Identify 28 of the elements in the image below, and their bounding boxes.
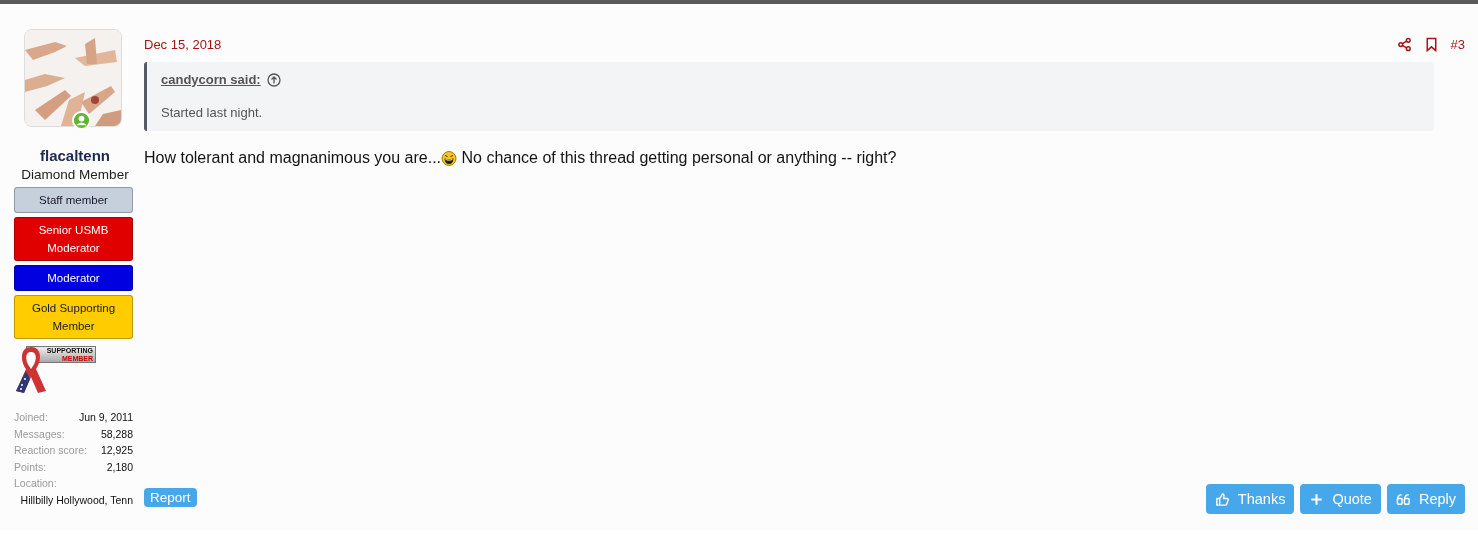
user-banner: Senior USMB Moderator — [14, 217, 133, 261]
stat-label: Reaction score: — [14, 443, 87, 458]
username-link[interactable]: flacaltenn — [14, 147, 136, 164]
stat-value: 58,288 — [100, 426, 133, 442]
stat-value: Jun 9, 2011 — [78, 410, 133, 425]
stat-label: Location: — [14, 476, 57, 491]
user-banner: Gold Supporting Member — [14, 295, 133, 339]
post-number-link[interactable]: #3 — [1450, 37, 1465, 52]
quote-text: Started last night. — [161, 105, 264, 120]
share-icon[interactable] — [1396, 37, 1412, 52]
stat-label: Points: — [14, 459, 47, 475]
quote-author-link[interactable]: candycorn said: — [161, 72, 261, 87]
user-title: Diamond Member — [20, 167, 130, 182]
plus-icon — [1309, 491, 1325, 507]
stat-value: 2,180 — [106, 459, 133, 475]
quote-marks-icon — [1395, 491, 1411, 507]
post-date-link[interactable]: Dec 15, 2018 — [144, 37, 222, 52]
post-text: How tolerant and magnanimous you are... — [144, 149, 442, 167]
stat-value: 12,925 — [100, 443, 133, 458]
post-text: No chance of this thread getting personal or anything -- right? — [460, 149, 897, 167]
laughing-emoji-icon — [441, 150, 458, 166]
stat-label: Messages: — [14, 426, 65, 442]
arrow-up-circle-icon[interactable] — [266, 72, 281, 87]
user-banner: Moderator — [14, 265, 133, 291]
stat-value: Hillbilly Hollywood, Tenn — [20, 492, 133, 508]
user-banner: Staff member — [14, 187, 133, 213]
thumbs-up-icon — [1214, 491, 1230, 507]
stat-label: Joined: — [14, 410, 48, 425]
